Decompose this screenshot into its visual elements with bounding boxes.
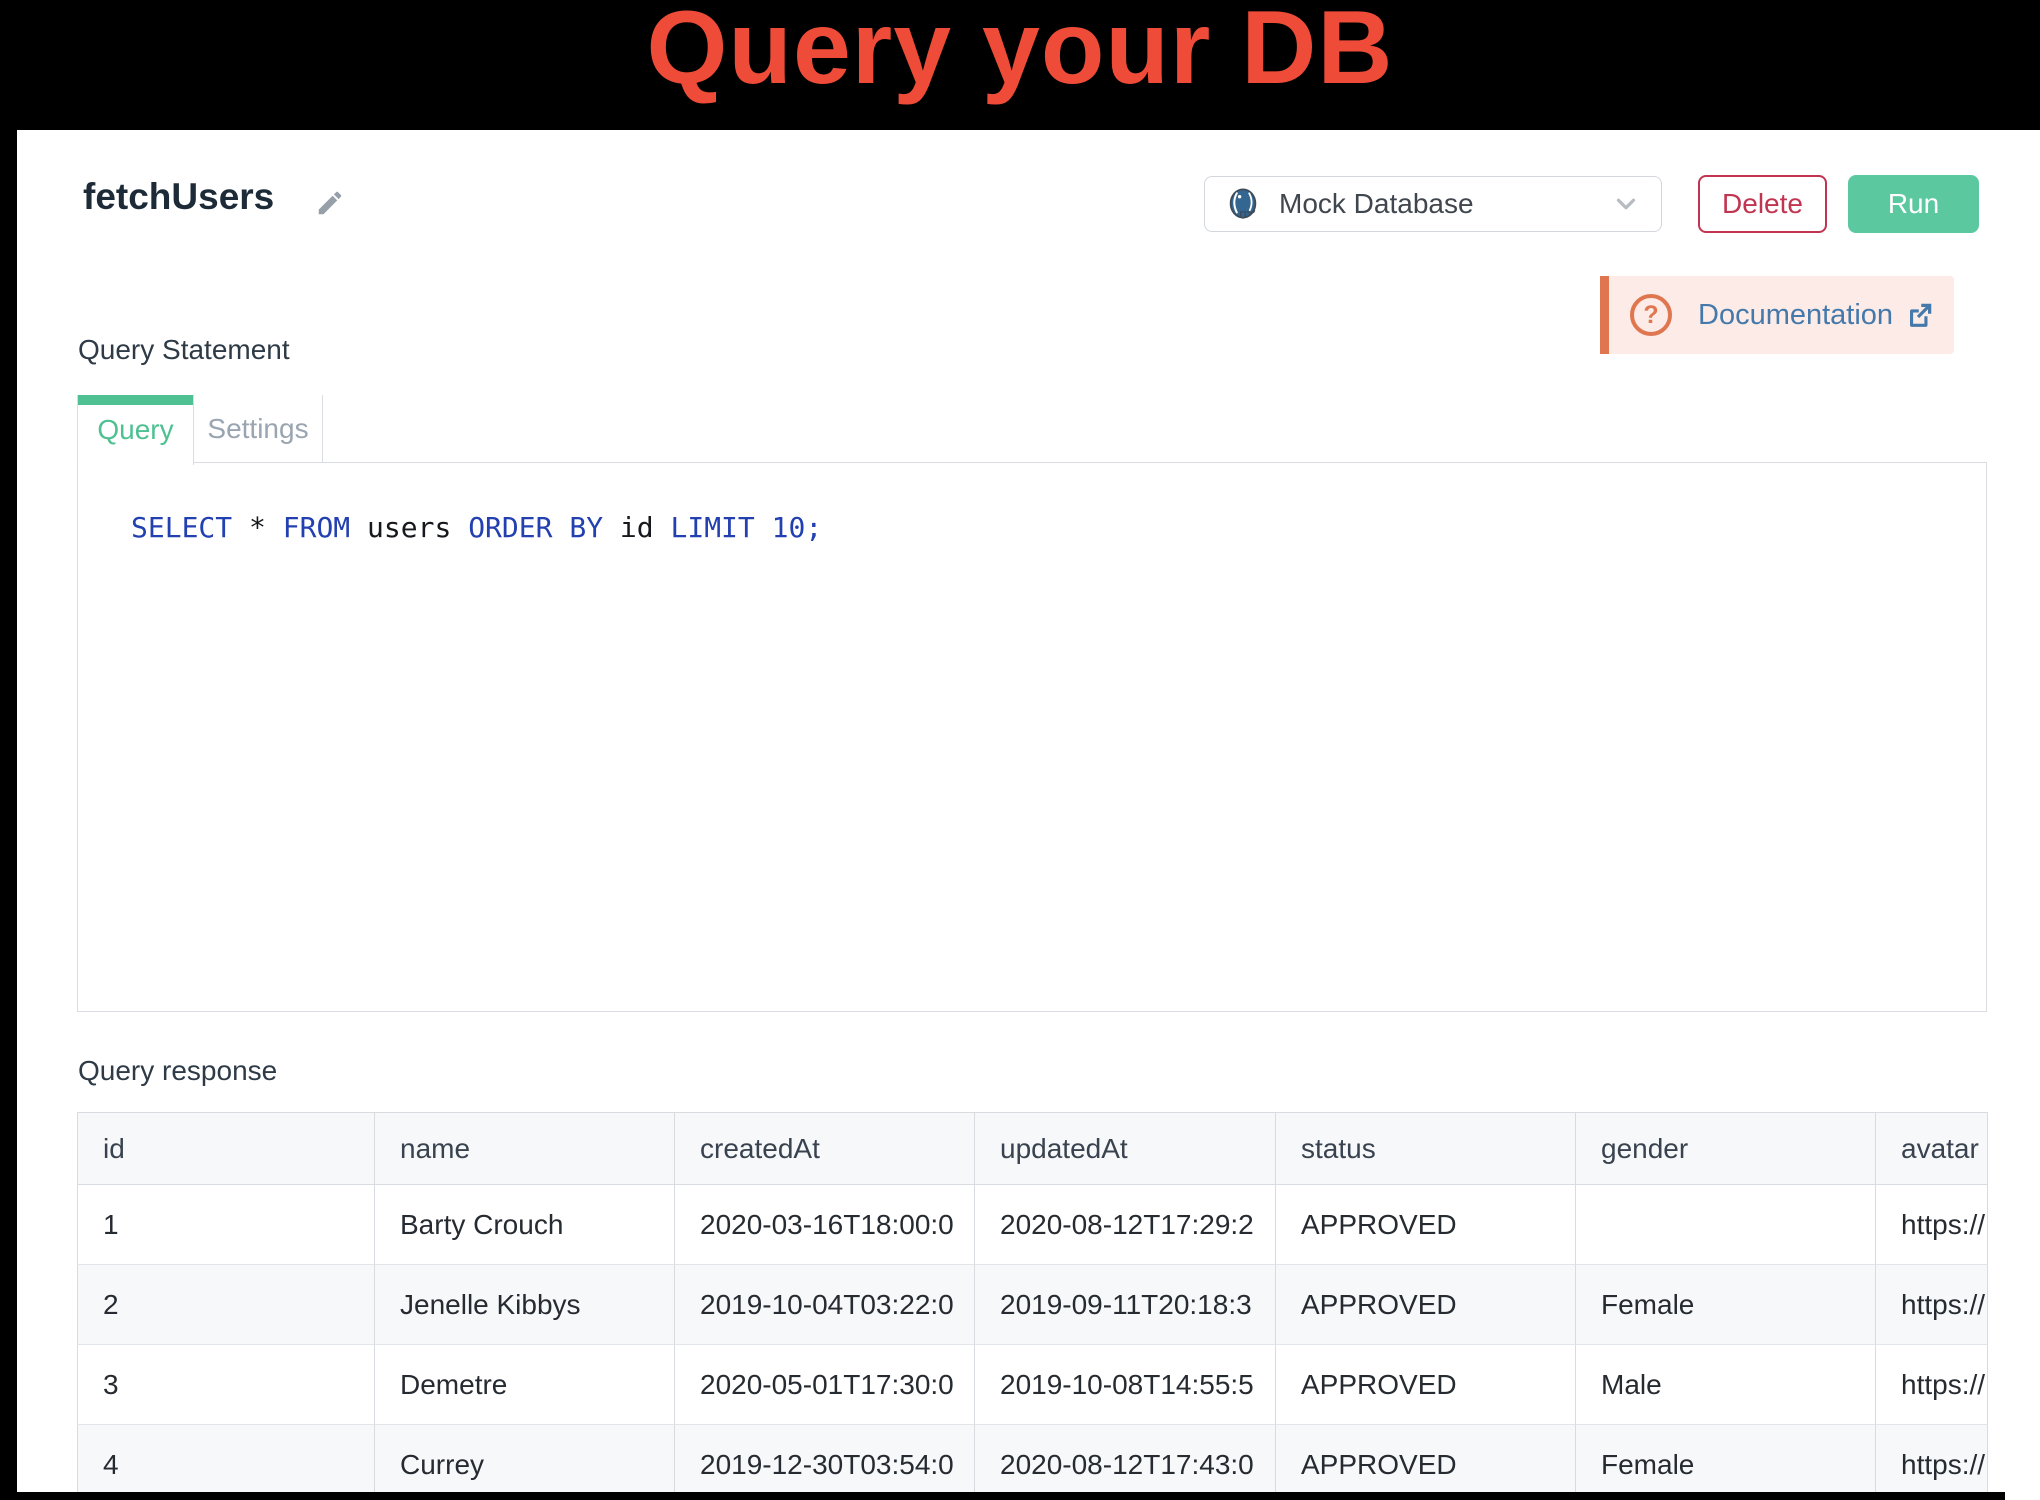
column-header-avatar: avatar — [1876, 1113, 1988, 1185]
tab-settings-label: Settings — [207, 413, 308, 445]
bottom-right-corner — [2005, 1492, 2040, 1500]
chevron-down-icon — [1611, 189, 1641, 219]
sql-token: id — [603, 511, 670, 544]
cell-createdAt: 2020-05-01T17:30:0 — [675, 1345, 975, 1425]
cell-createdAt: 2019-10-04T03:22:0 — [675, 1265, 975, 1345]
cell-createdAt: 2019-12-30T03:54:0 — [675, 1425, 975, 1492]
sql-token: 10; — [755, 511, 822, 544]
cell-updatedAt: 2020-08-12T17:43:0 — [975, 1425, 1276, 1492]
cell-status: APPROVED — [1276, 1185, 1576, 1265]
cell-createdAt: 2020-03-16T18:00:0 — [675, 1185, 975, 1265]
cell-status: APPROVED — [1276, 1265, 1576, 1345]
cell-name: Currey — [375, 1425, 675, 1492]
query-statement-label: Query Statement — [78, 334, 290, 366]
cell-id: 1 — [77, 1185, 375, 1265]
table-header-row: id name createdAt updatedAt status gende… — [77, 1112, 1988, 1185]
cell-avatar: https:// — [1876, 1425, 1988, 1492]
external-link-icon — [1905, 300, 1935, 330]
delete-button[interactable]: Delete — [1698, 175, 1827, 233]
doc-accent-bar — [1600, 276, 1609, 354]
cell-gender: Female — [1576, 1265, 1876, 1345]
cell-updatedAt: 2019-09-11T20:18:3 — [975, 1265, 1276, 1345]
cell-gender — [1576, 1185, 1876, 1265]
column-header-status: status — [1276, 1113, 1576, 1185]
cell-status: APPROVED — [1276, 1345, 1576, 1425]
cell-updatedAt: 2020-08-12T17:29:2 — [975, 1185, 1276, 1265]
edit-pencil-icon[interactable] — [315, 188, 345, 218]
cell-avatar: https:// — [1876, 1265, 1988, 1345]
sql-token: users — [350, 511, 468, 544]
sql-token: * — [232, 511, 283, 544]
database-selector[interactable]: Mock Database — [1204, 176, 1662, 232]
cell-id: 4 — [77, 1425, 375, 1492]
sql-token: FROM — [283, 511, 350, 544]
table-row: 2 Jenelle Kibbys 2019-10-04T03:22:0 2019… — [77, 1265, 1988, 1345]
sql-editor[interactable]: SELECT * FROM users ORDER BY id LIMIT 10… — [77, 462, 1987, 1012]
cell-id: 3 — [77, 1345, 375, 1425]
query-response-label: Query response — [78, 1055, 277, 1087]
cell-avatar: https:// — [1876, 1345, 1988, 1425]
sql-token: LIMIT — [670, 511, 754, 544]
column-header-gender: gender — [1576, 1113, 1876, 1185]
tab-query-label: Query — [97, 414, 173, 446]
active-tab-indicator — [78, 395, 193, 405]
database-selector-value: Mock Database — [1279, 188, 1474, 220]
column-header-name: name — [375, 1113, 675, 1185]
cell-updatedAt: 2019-10-08T14:55:5 — [975, 1345, 1276, 1425]
cell-status: APPROVED — [1276, 1425, 1576, 1492]
sql-token: ORDER BY — [468, 511, 603, 544]
query-response-table: id name createdAt updatedAt status gende… — [77, 1112, 1988, 1492]
cell-name: Jenelle Kibbys — [375, 1265, 675, 1345]
table-row: 3 Demetre 2020-05-01T17:30:0 2019-10-08T… — [77, 1345, 1988, 1425]
table-row: 1 Barty Crouch 2020-03-16T18:00:0 2020-0… — [77, 1185, 1988, 1265]
documentation-link[interactable]: ? Documentation — [1600, 276, 1954, 354]
question-mark-circle-icon: ? — [1630, 294, 1672, 336]
cell-name: Barty Crouch — [375, 1185, 675, 1265]
run-button[interactable]: Run — [1848, 175, 1979, 233]
tab-settings[interactable]: Settings — [194, 395, 323, 462]
column-header-createdAt: createdAt — [675, 1113, 975, 1185]
cell-name: Demetre — [375, 1345, 675, 1425]
tab-query[interactable]: Query — [77, 395, 194, 465]
sql-code-line: SELECT * FROM users ORDER BY id LIMIT 10… — [131, 511, 822, 544]
sql-token: SELECT — [131, 511, 232, 544]
column-header-id: id — [77, 1113, 375, 1185]
cell-gender: Male — [1576, 1345, 1876, 1425]
app-panel: fetchUsers Mock Database Delete Run — [17, 130, 2040, 1492]
page-title: Query your DB — [0, 0, 2040, 106]
table-row: 4 Currey 2019-12-30T03:54:0 2020-08-12T1… — [77, 1425, 1988, 1492]
postgresql-elephant-icon — [1225, 186, 1261, 222]
column-header-updatedAt: updatedAt — [975, 1113, 1276, 1185]
cell-id: 2 — [77, 1265, 375, 1345]
documentation-label: Documentation — [1698, 299, 1893, 332]
cell-avatar: https:// — [1876, 1185, 1988, 1265]
query-name-title: fetchUsers — [83, 176, 274, 218]
cell-gender: Female — [1576, 1425, 1876, 1492]
